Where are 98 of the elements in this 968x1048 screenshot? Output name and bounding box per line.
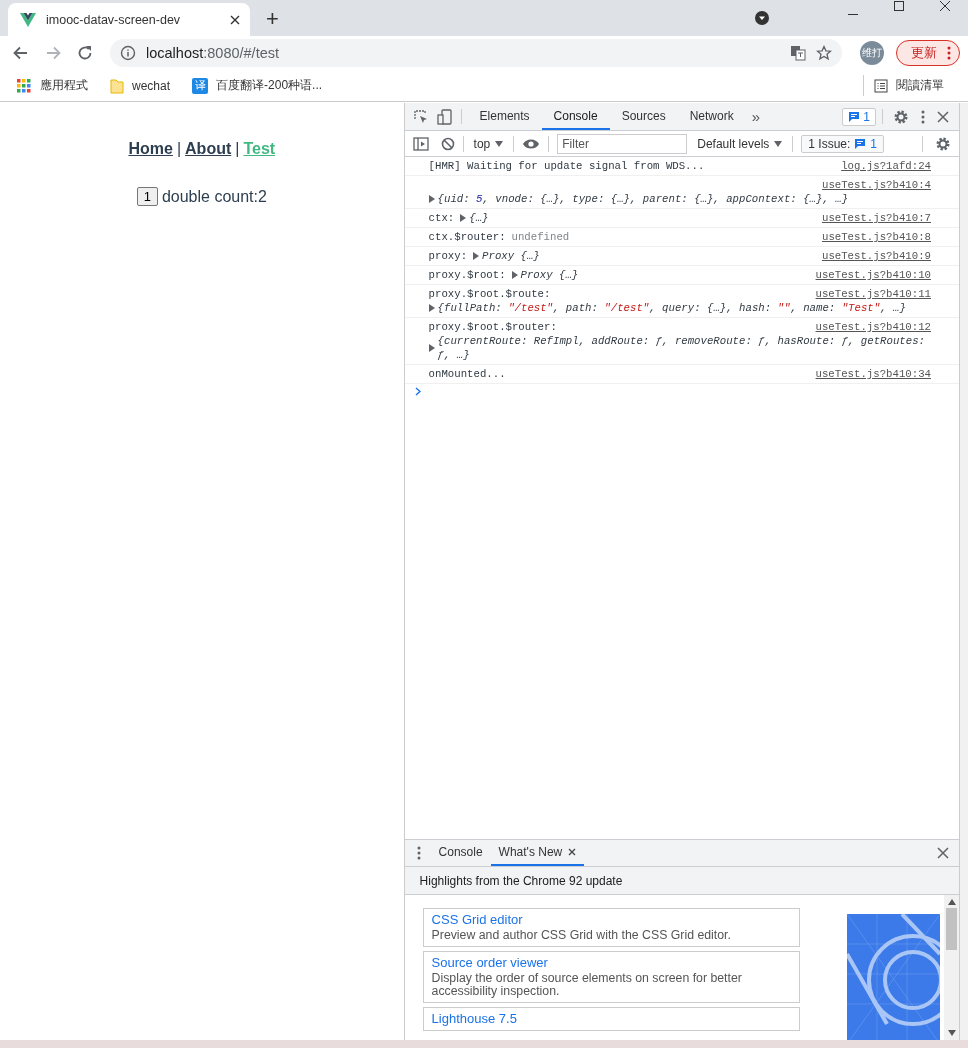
expand-icon[interactable] [460, 214, 467, 222]
issues-badge[interactable]: 1 [842, 107, 876, 126]
bookmark-item[interactable]: 應用程式 [12, 75, 92, 96]
source-link[interactable]: useTest.js?b410:34 [805, 367, 931, 381]
sidebar-icon[interactable] [412, 136, 429, 151]
star-icon[interactable] [816, 45, 832, 61]
feature-title[interactable]: Lighthouse 7.5 [431, 1011, 517, 1026]
scrollbar-thumb[interactable] [946, 908, 957, 950]
drawer-tab[interactable]: Console [430, 840, 491, 866]
log-label: proxy.$root: [428, 268, 506, 282]
info-icon[interactable] [120, 45, 136, 61]
log-text: onMounted... [428, 367, 506, 381]
expand-icon[interactable] [428, 344, 435, 352]
nav-link[interactable]: About [185, 140, 232, 157]
list-icon [874, 78, 888, 93]
feature-card[interactable]: Lighthouse 7.5 [422, 1007, 800, 1031]
apps-grid-icon [16, 77, 32, 94]
clear-icon[interactable] [440, 136, 455, 151]
eye-icon[interactable] [522, 137, 541, 150]
expand-icon[interactable] [428, 304, 435, 312]
prompt-icon[interactable] [414, 387, 421, 396]
settings-icon[interactable] [893, 108, 909, 125]
message-icon [854, 137, 867, 150]
expand-icon[interactable] [428, 195, 435, 203]
profile-avatar[interactable]: 维打 [860, 41, 884, 65]
feature-card[interactable]: CSS Grid editor Preview and author CSS Grid with the CSS Grid editor. [422, 908, 800, 947]
object-preview[interactable]: Proxy {…} [520, 268, 579, 282]
bookmark-item[interactable]: 译 百度翻译-200种语... [188, 75, 327, 96]
new-tab-button[interactable]: + [262, 6, 283, 32]
caret-icon [774, 140, 783, 147]
expand-icon[interactable] [511, 271, 518, 279]
url-text: localhost:8080/#/test [146, 45, 280, 61]
object-preview[interactable]: {uid: 5, vnode: {…}, type: {…}, parent: {…}, appContext: {…}, …} [437, 192, 849, 206]
translate-icon[interactable] [790, 45, 806, 61]
source-link[interactable]: useTest.js?b410:12 [805, 320, 931, 334]
nav-separator: | [235, 140, 240, 157]
devtools-tab[interactable]: Elements [467, 103, 542, 130]
scroll-down-icon[interactable] [947, 1030, 956, 1036]
count-text: double count:2 [161, 187, 267, 206]
caret-icon [495, 140, 504, 147]
log-label: ctx: [428, 211, 455, 225]
drawer-header: Highlights from the Chrome 92 update [404, 867, 959, 895]
object-preview[interactable]: {…} [469, 211, 489, 225]
source-link[interactable]: useTest.js?b410:9 [811, 249, 931, 263]
nav-separator: | [176, 140, 182, 157]
source-link[interactable]: useTest.js?b410:7 [811, 211, 931, 225]
source-link[interactable]: useTest.js?b410:10 [805, 268, 931, 282]
source-link[interactable]: useTest.js?b410:8 [811, 230, 931, 244]
object-preview[interactable]: {fullPath: "/test", path: "/test", query: {…}, hash: "", name: "Test", …} [437, 301, 906, 315]
log-label: proxy.$root.$route: [428, 287, 551, 301]
object-preview[interactable]: {currentRoute: RefImpl, addRoute: ƒ, removeRoute: ƒ, hasRoute: ƒ, getRoutes: ƒ, …} [437, 334, 931, 362]
context-select[interactable]: top [471, 136, 506, 151]
object-preview[interactable]: Proxy {…} [482, 249, 540, 263]
vue-logo-icon [20, 12, 36, 27]
count-button[interactable]: 1 [136, 187, 158, 206]
log-text: [HMR] Waiting for update signal from WDS... [428, 159, 705, 173]
feature-card[interactable]: Source order viewer Display the order of source elements on screen for better accessibility inspection. [422, 951, 800, 1003]
more-icon [947, 46, 951, 60]
tab-title: imooc-datav-screen-dev [46, 12, 182, 27]
more-icon[interactable] [416, 846, 421, 860]
site-favicon: 译 [192, 77, 209, 94]
feature-description: Display the order of source elements on screen for better accessibility inspection. [431, 972, 743, 998]
folder-icon [110, 77, 124, 94]
devtools-tab[interactable]: Network [677, 103, 746, 130]
issues-button[interactable]: 1 Issue: 1 [801, 134, 885, 153]
source-link[interactable]: log.js?1afd:24 [831, 159, 931, 173]
feature-title[interactable]: CSS Grid editor [431, 912, 523, 927]
message-icon [848, 110, 861, 123]
log-label: proxy: [428, 249, 468, 263]
close-icon[interactable] [568, 848, 577, 856]
feature-description: Preview and author CSS Grid with the CSS Grid editor. [431, 929, 732, 942]
device-icon[interactable] [436, 108, 453, 125]
source-link[interactable]: useTest.js?b410:11 [805, 287, 931, 301]
more-tabs-button[interactable]: » [745, 103, 767, 130]
devtools-tab[interactable]: Sources [609, 103, 678, 130]
filter-field[interactable]: Filter [557, 133, 688, 154]
source-link[interactable]: useTest.js?b410:4 [811, 178, 931, 192]
log-label: proxy.$root.$router: [428, 320, 557, 334]
object-preview: undefined [511, 230, 570, 244]
update-button[interactable]: 更新 [896, 40, 960, 66]
settings-icon[interactable] [935, 135, 951, 152]
log-label: ctx.$router: [428, 230, 506, 244]
address-bar[interactable]: localhost:8080/#/test [110, 39, 842, 67]
bookmark-item[interactable]: wechat [106, 75, 175, 96]
close-icon[interactable] [230, 14, 240, 25]
reading-list-button[interactable]: 閱讀清單 [863, 75, 948, 96]
expand-icon[interactable] [473, 252, 480, 260]
close-icon[interactable] [937, 847, 949, 859]
feature-title[interactable]: Source order viewer [431, 955, 548, 970]
levels-select[interactable]: Default levels [695, 136, 785, 151]
close-icon[interactable] [937, 110, 949, 123]
dropdown-icon[interactable] [754, 10, 770, 26]
nav-link[interactable]: Home [128, 140, 173, 157]
scrollbar[interactable] [944, 895, 959, 1040]
scroll-up-icon[interactable] [947, 899, 956, 905]
browser-tab[interactable]: imooc-datav-screen-dev [8, 3, 250, 36]
more-icon[interactable] [921, 109, 925, 124]
inspect-icon[interactable] [412, 108, 429, 125]
